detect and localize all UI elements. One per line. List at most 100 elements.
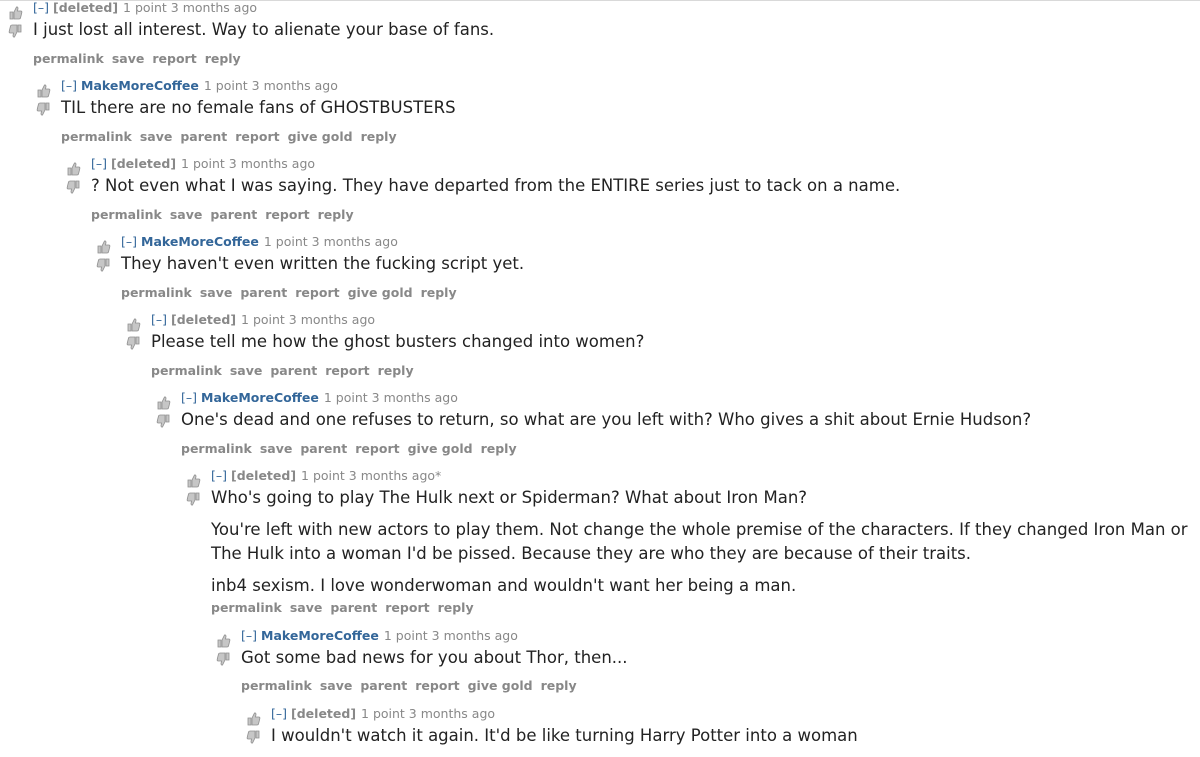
save-button[interactable]: save xyxy=(200,285,233,300)
collapse-toggle[interactable]: [–] xyxy=(211,468,227,483)
thumbs-down-icon[interactable] xyxy=(246,730,261,745)
parent-button[interactable]: parent xyxy=(240,285,287,300)
comment-tagline: [–] [deleted] 1 point 3 months ago xyxy=(33,0,257,16)
comment-author: [deleted] xyxy=(53,0,119,15)
permalink-button[interactable]: permalink xyxy=(181,441,252,456)
parent-button[interactable]: parent xyxy=(300,441,347,456)
reply-button[interactable]: reply xyxy=(541,678,577,693)
vote-controls xyxy=(66,156,82,196)
parent-button[interactable]: parent xyxy=(270,363,317,378)
give-gold-button[interactable]: give gold xyxy=(468,678,533,693)
collapse-toggle[interactable]: [–] xyxy=(61,78,77,93)
comment-author[interactable]: MakeMoreCoffee xyxy=(81,78,199,93)
comment-actions: permalink save parent report reply xyxy=(211,600,482,616)
thumbs-up-icon[interactable] xyxy=(246,711,261,726)
save-button[interactable]: save xyxy=(140,129,173,144)
thumbs-up-icon[interactable] xyxy=(216,633,231,648)
report-button[interactable]: report xyxy=(235,129,279,144)
give-gold-button[interactable]: give gold xyxy=(288,129,353,144)
comment-author[interactable]: MakeMoreCoffee xyxy=(141,234,259,249)
comment-author: [deleted] xyxy=(111,156,177,171)
vote-controls xyxy=(216,628,232,668)
vote-controls xyxy=(246,706,262,746)
comment-tagline: [–] [deleted] 1 point 3 months ago* xyxy=(211,468,441,484)
reply-button[interactable]: reply xyxy=(205,51,241,66)
permalink-button[interactable]: permalink xyxy=(121,285,192,300)
comment-tagline: [–] MakeMoreCoffee 1 point 3 months ago xyxy=(181,390,458,406)
save-button[interactable]: save xyxy=(112,51,145,66)
report-button[interactable]: report xyxy=(355,441,399,456)
reply-button[interactable]: reply xyxy=(361,129,397,144)
collapse-toggle[interactable]: [–] xyxy=(33,0,49,15)
comment-tagline: [–] [deleted] 1 point 3 months ago xyxy=(91,156,315,172)
reply-button[interactable]: reply xyxy=(438,600,474,615)
comment-actions: permalink save parent report give gold reply xyxy=(61,129,405,145)
comment-author[interactable]: MakeMoreCoffee xyxy=(201,390,319,405)
comment-paragraph: Who's going to play The Hulk next or Spi… xyxy=(211,488,808,507)
collapse-toggle[interactable]: [–] xyxy=(271,706,287,721)
thumbs-up-icon[interactable] xyxy=(36,83,51,98)
thumbs-down-icon[interactable] xyxy=(216,652,231,667)
thumbs-up-icon[interactable] xyxy=(8,5,23,20)
parent-button[interactable]: parent xyxy=(210,207,257,222)
permalink-button[interactable]: permalink xyxy=(91,207,162,222)
comment-actions: permalink save parent report reply xyxy=(91,207,362,223)
reply-button[interactable]: reply xyxy=(421,285,457,300)
comment-paragraph: TIL there are no female fans of GHOSTBUS… xyxy=(61,98,456,117)
comment-actions: permalink save parent report give gold reply xyxy=(241,678,585,694)
comment-paragraph: ? Not even what I was saying. They have … xyxy=(91,176,901,195)
reply-button[interactable]: reply xyxy=(318,207,354,222)
permalink-button[interactable]: permalink xyxy=(241,678,312,693)
comment-paragraph: Please tell me how the ghost busters cha… xyxy=(151,332,645,351)
collapse-toggle[interactable]: [–] xyxy=(241,628,257,643)
parent-button[interactable]: parent xyxy=(360,678,407,693)
report-button[interactable]: report xyxy=(415,678,459,693)
permalink-button[interactable]: permalink xyxy=(33,51,104,66)
vote-controls xyxy=(126,312,142,352)
comment-score-time: 1 point 3 months ago xyxy=(203,78,338,93)
thumbs-down-icon[interactable] xyxy=(66,180,81,195)
comment-paragraph: inb4 sexism. I love wonderwoman and woul… xyxy=(211,576,797,595)
thumbs-up-icon[interactable] xyxy=(96,239,111,254)
report-button[interactable]: report xyxy=(152,51,196,66)
collapse-toggle[interactable]: [–] xyxy=(91,156,107,171)
report-button[interactable]: report xyxy=(265,207,309,222)
collapse-toggle[interactable]: [–] xyxy=(181,390,197,405)
thumbs-up-icon[interactable] xyxy=(126,317,141,332)
thumbs-down-icon[interactable] xyxy=(186,492,201,507)
collapse-toggle[interactable]: [–] xyxy=(121,234,137,249)
comment-actions: permalink save parent report give gold reply xyxy=(121,285,465,301)
permalink-button[interactable]: permalink xyxy=(61,129,132,144)
reply-button[interactable]: reply xyxy=(378,363,414,378)
thumbs-up-icon[interactable] xyxy=(66,161,81,176)
save-button[interactable]: save xyxy=(290,600,323,615)
save-button[interactable]: save xyxy=(320,678,353,693)
save-button[interactable]: save xyxy=(170,207,203,222)
comment-author[interactable]: MakeMoreCoffee xyxy=(261,628,379,643)
thumbs-down-icon[interactable] xyxy=(126,336,141,351)
comment-actions: permalink save report reply xyxy=(33,51,249,67)
permalink-button[interactable]: permalink xyxy=(211,600,282,615)
comment-actions: permalink save parent report give gold reply xyxy=(181,441,525,457)
report-button[interactable]: report xyxy=(385,600,429,615)
report-button[interactable]: report xyxy=(325,363,369,378)
give-gold-button[interactable]: give gold xyxy=(408,441,473,456)
thumbs-down-icon[interactable] xyxy=(36,102,51,117)
parent-button[interactable]: parent xyxy=(330,600,377,615)
save-button[interactable]: save xyxy=(230,363,263,378)
collapse-toggle[interactable]: [–] xyxy=(151,312,167,327)
reply-button[interactable]: reply xyxy=(481,441,517,456)
parent-button[interactable]: parent xyxy=(180,129,227,144)
thumbs-down-icon[interactable] xyxy=(8,24,23,39)
save-button[interactable]: save xyxy=(260,441,293,456)
thumbs-down-icon[interactable] xyxy=(156,414,171,429)
permalink-button[interactable]: permalink xyxy=(151,363,222,378)
comment-score-time: 1 point 3 months ago xyxy=(241,312,376,327)
thumbs-down-icon[interactable] xyxy=(96,258,111,273)
report-button[interactable]: report xyxy=(295,285,339,300)
thumbs-up-icon[interactable] xyxy=(186,473,201,488)
comment-paragraph: The Hulk into a woman I'd be pissed. Bec… xyxy=(211,544,972,563)
comment-score-time: 1 point 3 months ago xyxy=(263,234,398,249)
give-gold-button[interactable]: give gold xyxy=(348,285,413,300)
thumbs-up-icon[interactable] xyxy=(156,395,171,410)
